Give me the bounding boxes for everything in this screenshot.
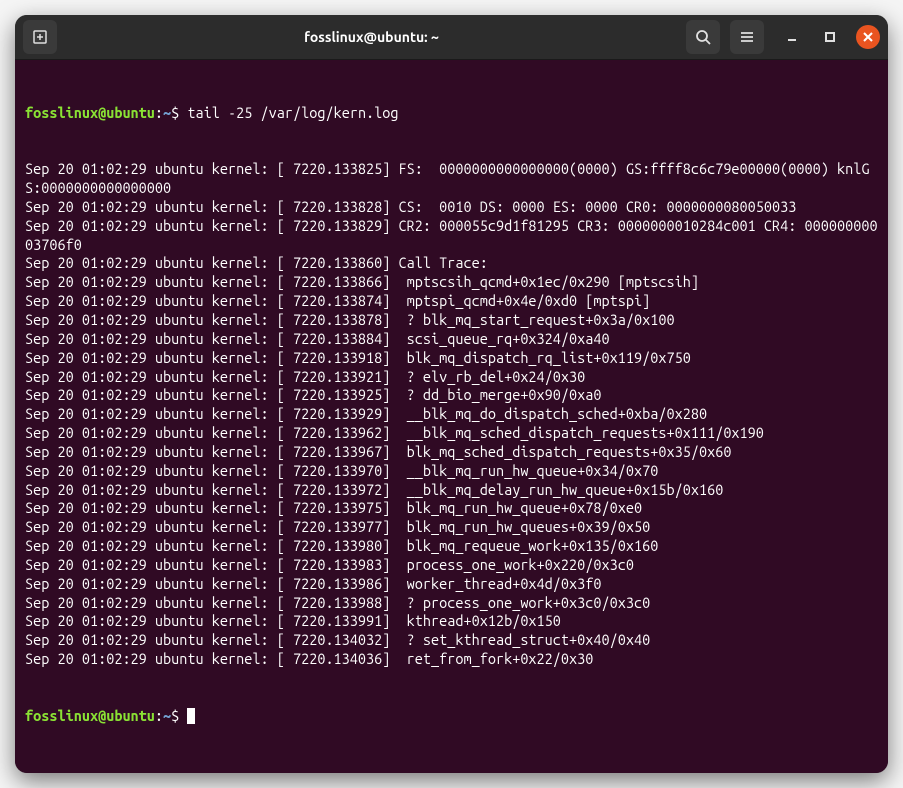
output-line: Sep 20 01:02:29 ubuntu kernel: [ 7220.13… — [25, 537, 878, 556]
output-container: Sep 20 01:02:29 ubuntu kernel: [ 7220.13… — [25, 160, 878, 669]
terminal-body[interactable]: fosslinux@ubuntu:~$ tail -25 /var/log/ke… — [15, 60, 888, 773]
output-line: Sep 20 01:02:29 ubuntu kernel: [ 7220.13… — [25, 424, 878, 443]
right-controls — [686, 20, 880, 54]
output-line: Sep 20 01:02:29 ubuntu kernel: [ 7220.13… — [25, 254, 878, 273]
terminal-window: fosslinux@ubuntu: ~ fosslinux@ub — [15, 15, 888, 773]
output-line: Sep 20 01:02:29 ubuntu kernel: [ 7220.13… — [25, 481, 878, 500]
output-line: Sep 20 01:02:29 ubuntu kernel: [ 7220.13… — [25, 292, 878, 311]
prompt-user-host-2: fosslinux@ubuntu — [25, 707, 155, 724]
prompt-colon-2: : — [155, 707, 163, 724]
cursor — [187, 708, 195, 724]
minimize-button[interactable] — [780, 25, 804, 49]
menu-button[interactable] — [730, 20, 764, 54]
output-line: Sep 20 01:02:29 ubuntu kernel: [ 7220.13… — [25, 160, 878, 198]
output-line: Sep 20 01:02:29 ubuntu kernel: [ 7220.13… — [25, 217, 878, 255]
output-line: Sep 20 01:02:29 ubuntu kernel: [ 7220.13… — [25, 386, 878, 405]
output-line: Sep 20 01:02:29 ubuntu kernel: [ 7220.13… — [25, 198, 878, 217]
command-text: tail -25 /var/log/kern.log — [187, 104, 398, 121]
new-tab-icon — [32, 29, 48, 45]
output-line: Sep 20 01:02:29 ubuntu kernel: [ 7220.13… — [25, 499, 878, 518]
prompt-line-1: fosslinux@ubuntu:~$ tail -25 /var/log/ke… — [25, 104, 878, 123]
output-line: Sep 20 01:02:29 ubuntu kernel: [ 7220.13… — [25, 443, 878, 462]
output-line: Sep 20 01:02:29 ubuntu kernel: [ 7220.13… — [25, 462, 878, 481]
output-line: Sep 20 01:02:29 ubuntu kernel: [ 7220.13… — [25, 594, 878, 613]
prompt-line-2: fosslinux@ubuntu:~$ — [25, 707, 878, 726]
close-button[interactable] — [856, 25, 880, 49]
output-line: Sep 20 01:02:29 ubuntu kernel: [ 7220.13… — [25, 650, 878, 669]
output-line: Sep 20 01:02:29 ubuntu kernel: [ 7220.13… — [25, 273, 878, 292]
output-line: Sep 20 01:02:29 ubuntu kernel: [ 7220.13… — [25, 330, 878, 349]
output-line: Sep 20 01:02:29 ubuntu kernel: [ 7220.13… — [25, 518, 878, 537]
new-tab-button[interactable] — [23, 20, 57, 54]
maximize-button[interactable] — [818, 25, 842, 49]
prompt-dollar-2: $ — [171, 707, 187, 724]
prompt-path-2: ~ — [163, 707, 171, 724]
output-line: Sep 20 01:02:29 ubuntu kernel: [ 7220.13… — [25, 405, 878, 424]
close-icon — [863, 32, 873, 42]
output-line: Sep 20 01:02:29 ubuntu kernel: [ 7220.13… — [25, 556, 878, 575]
search-icon — [695, 29, 711, 45]
prompt-colon: : — [155, 104, 163, 121]
search-button[interactable] — [686, 20, 720, 54]
output-line: Sep 20 01:02:29 ubuntu kernel: [ 7220.13… — [25, 349, 878, 368]
titlebar: fosslinux@ubuntu: ~ — [15, 15, 888, 60]
maximize-icon — [825, 32, 835, 42]
window-controls — [780, 25, 880, 49]
window-title: fosslinux@ubuntu: ~ — [57, 29, 686, 45]
hamburger-icon — [739, 29, 755, 45]
output-line: Sep 20 01:02:29 ubuntu kernel: [ 7220.13… — [25, 612, 878, 631]
output-line: Sep 20 01:02:29 ubuntu kernel: [ 7220.13… — [25, 368, 878, 387]
output-line: Sep 20 01:02:29 ubuntu kernel: [ 7220.13… — [25, 575, 878, 594]
minimize-icon — [787, 32, 797, 42]
prompt-path: ~ — [163, 104, 171, 121]
output-line: Sep 20 01:02:29 ubuntu kernel: [ 7220.13… — [25, 311, 878, 330]
prompt-user-host: fosslinux@ubuntu — [25, 104, 155, 121]
prompt-dollar: $ — [171, 104, 187, 121]
